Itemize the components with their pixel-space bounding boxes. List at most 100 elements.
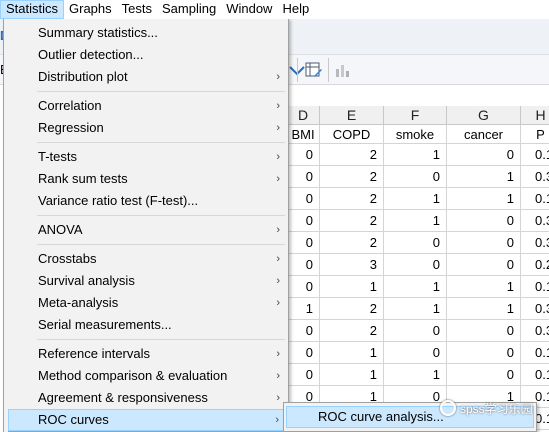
menu-separator <box>37 244 285 245</box>
grid-cell[interactable]: 0 <box>287 364 320 386</box>
grid-cell[interactable]: 0 <box>287 232 320 254</box>
grid-cell[interactable]: 1 <box>320 342 384 364</box>
menu-item-correlation[interactable]: Correlation › <box>8 95 288 117</box>
menu-item-method-comparison-evaluation[interactable]: Method comparison & evaluation › <box>8 365 288 387</box>
variable-name[interactable]: cancer <box>447 125 521 144</box>
menu-item-roc-curves[interactable]: ROC curves › <box>8 409 288 431</box>
grid-cell[interactable]: 0.1 <box>521 188 549 210</box>
grid-cell[interactable]: 0 <box>447 210 521 232</box>
grid-cell[interactable]: 0 <box>447 254 521 276</box>
menu-item-t-tests[interactable]: T-tests › <box>8 146 288 168</box>
menu-item-serial-measurements[interactable]: Serial measurements... <box>8 314 288 336</box>
grid-cell[interactable]: 1 <box>384 144 447 166</box>
menu-item-agreement-responsiveness[interactable]: Agreement & responsiveness › <box>8 387 288 409</box>
grid-cell[interactable]: 1 <box>447 276 521 298</box>
menu-item-outlier-detection[interactable]: Outlier detection... <box>8 44 288 66</box>
grid-cell[interactable]: 1 <box>447 298 521 320</box>
column-header[interactable]: E <box>320 106 384 125</box>
grid-cell[interactable]: 0 <box>384 254 447 276</box>
grid-cell[interactable]: 0 <box>384 232 447 254</box>
grid-cell[interactable]: 1 <box>320 364 384 386</box>
watermark-text: spss学习乐园 <box>460 401 533 416</box>
grid-cell[interactable]: 1 <box>384 364 447 386</box>
edit-sheet-icon[interactable] <box>305 61 323 79</box>
variable-name[interactable]: BMI <box>287 125 320 144</box>
column-header[interactable]: G <box>447 106 521 125</box>
grid-cell[interactable]: 0 <box>287 210 320 232</box>
menu-item-meta-analysis[interactable]: Meta-analysis › <box>8 292 288 314</box>
menu-item-distribution-plot[interactable]: Distribution plot › <box>8 66 288 88</box>
grid-cell[interactable]: 0 <box>287 276 320 298</box>
grid-cell[interactable]: 1 <box>384 210 447 232</box>
chevron-right-icon: › <box>276 100 280 112</box>
menu-tests[interactable]: Tests <box>117 0 157 19</box>
grid-cell[interactable]: 0 <box>447 144 521 166</box>
menu-item-reference-intervals[interactable]: Reference intervals › <box>8 343 288 365</box>
menu-item-variance-ratio-test-f-test[interactable]: Variance ratio test (F-test)... <box>8 190 288 212</box>
menu-item-label: T-tests <box>38 149 78 164</box>
grid-cell[interactable]: 1 <box>447 188 521 210</box>
grid-cell[interactable]: 0 <box>447 342 521 364</box>
menu-item-label: ROC curves <box>38 412 109 427</box>
grid-cell[interactable]: 0 <box>287 188 320 210</box>
grid-cell[interactable]: 1 <box>384 276 447 298</box>
column-header[interactable]: D <box>287 106 320 125</box>
menu-item-anova[interactable]: ANOVA › <box>8 219 288 241</box>
column-header[interactable]: H <box>521 106 549 125</box>
grid-cell[interactable]: 0.3 <box>521 210 549 232</box>
grid-cell[interactable]: 0.3 <box>521 298 549 320</box>
grid-cell[interactable]: 2 <box>320 166 384 188</box>
variable-name[interactable]: COPD <box>320 125 384 144</box>
menu-item-rank-sum-tests[interactable]: Rank sum tests › <box>8 168 288 190</box>
chart-icon[interactable] <box>334 61 352 79</box>
grid-cell[interactable]: 0.3 <box>521 320 549 342</box>
grid-cell[interactable]: 0.3 <box>521 232 549 254</box>
menu-sampling[interactable]: Sampling <box>157 0 221 19</box>
grid-cell[interactable]: 1 <box>287 298 320 320</box>
grid-cell[interactable]: 0 <box>384 166 447 188</box>
grid-cell[interactable]: 0 <box>287 166 320 188</box>
grid-cell[interactable]: 1 <box>384 188 447 210</box>
menu-item-label: Method comparison & evaluation <box>38 368 228 383</box>
grid-cell[interactable]: 3 <box>320 254 384 276</box>
menu-item-regression[interactable]: Regression › <box>8 117 288 139</box>
grid-cell[interactable]: 2 <box>320 320 384 342</box>
menu-item-label: Distribution plot <box>38 69 128 84</box>
chevron-right-icon: › <box>276 151 280 163</box>
menu-graphs[interactable]: Graphs <box>64 0 117 19</box>
grid-cell[interactable]: 2 <box>320 298 384 320</box>
grid-cell[interactable]: 0.1 <box>521 144 549 166</box>
grid-cell[interactable]: 0.1 <box>521 342 549 364</box>
grid-cell[interactable]: 2 <box>320 188 384 210</box>
grid-cell[interactable]: 0 <box>447 320 521 342</box>
grid-cell[interactable]: 2 <box>320 210 384 232</box>
variable-name[interactable]: P <box>521 125 549 144</box>
grid-cell[interactable]: 1 <box>320 276 384 298</box>
grid-cell[interactable]: 0.1 <box>521 364 549 386</box>
chevron-right-icon: › <box>276 224 280 236</box>
grid-cell[interactable]: 0 <box>287 342 320 364</box>
menu-statistics[interactable]: Statistics <box>0 0 65 19</box>
chevron-right-icon: › <box>276 275 280 287</box>
grid-cell[interactable]: 1 <box>384 298 447 320</box>
grid-cell[interactable]: 0 <box>384 320 447 342</box>
grid-cell[interactable]: 2 <box>320 144 384 166</box>
grid-cell[interactable]: 0 <box>447 232 521 254</box>
grid-cell[interactable]: 0 <box>287 320 320 342</box>
variable-name[interactable]: smoke <box>384 125 447 144</box>
column-header[interactable]: F <box>384 106 447 125</box>
grid-cell[interactable]: 0 <box>287 254 320 276</box>
menu-item-summary-statistics[interactable]: Summary statistics... <box>8 22 288 44</box>
grid-cell[interactable]: 0 <box>384 342 447 364</box>
grid-cell[interactable]: 2 <box>320 232 384 254</box>
menu-help[interactable]: Help <box>277 0 314 19</box>
grid-cell[interactable]: 0.3 <box>521 166 549 188</box>
grid-cell[interactable]: 0.1 <box>521 276 549 298</box>
menu-window[interactable]: Window <box>221 0 277 19</box>
grid-cell[interactable]: 0 <box>447 364 521 386</box>
grid-cell[interactable]: 0 <box>287 144 320 166</box>
menu-item-crosstabs[interactable]: Crosstabs › <box>8 248 288 270</box>
grid-cell[interactable]: 0.2 <box>521 254 549 276</box>
menu-item-survival-analysis[interactable]: Survival analysis › <box>8 270 288 292</box>
grid-cell[interactable]: 1 <box>447 166 521 188</box>
